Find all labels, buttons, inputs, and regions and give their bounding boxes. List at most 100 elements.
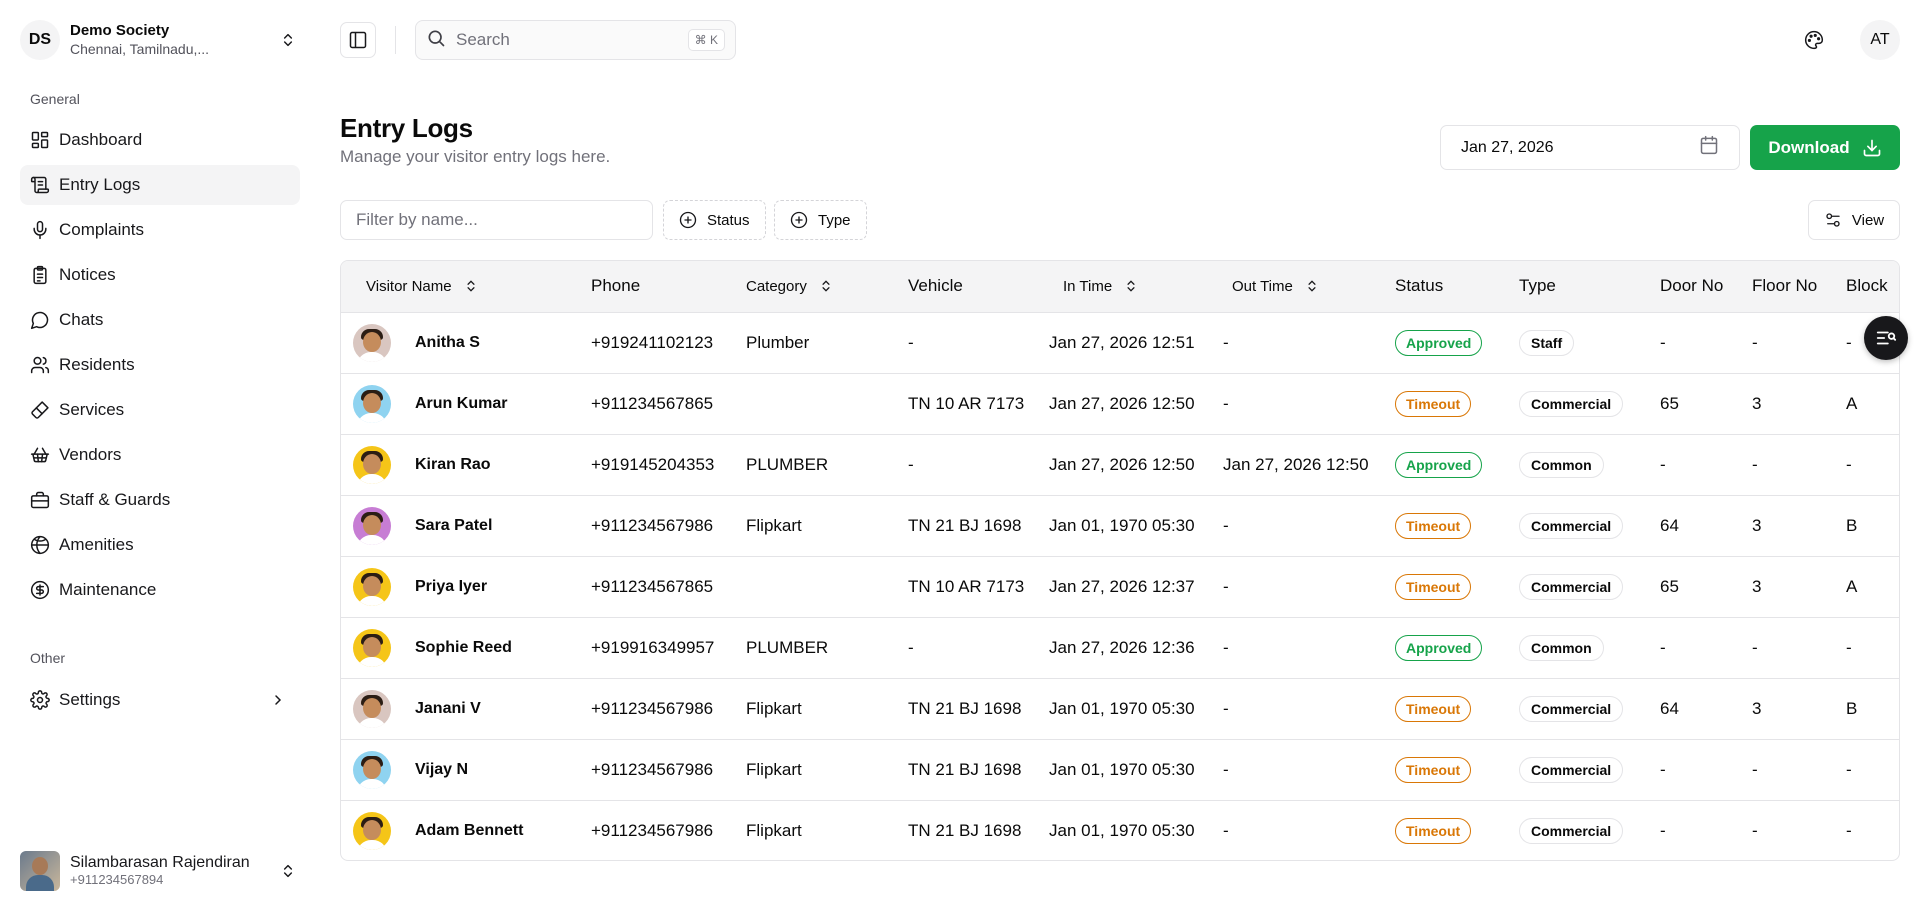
sidebar-item-residents[interactable]: Residents xyxy=(20,345,300,385)
microphone-icon xyxy=(30,220,50,240)
cell-status: Approved xyxy=(1382,312,1506,374)
column-header-out-time[interactable]: Out Time xyxy=(1210,261,1382,313)
table-row[interactable]: Sara Patel +911234567986 Flipkart TN 21 BJ … xyxy=(341,495,1899,557)
cell-in-time: Jan 27, 2026 12:37 xyxy=(1037,556,1210,618)
cell-in-time: Jan 01, 1970 05:30 xyxy=(1037,678,1210,740)
visitor-name: Janani V xyxy=(415,699,481,717)
status-badge: Timeout xyxy=(1395,817,1472,844)
cell-category xyxy=(732,373,898,435)
column-header-visitor-name[interactable]: Visitor Name xyxy=(341,261,581,313)
list-filter-icon xyxy=(1876,331,1897,345)
column-header-category[interactable]: Category xyxy=(732,261,898,313)
chevrons-up-down-icon[interactable] xyxy=(276,859,300,883)
cell-door-no: 64 xyxy=(1646,495,1738,557)
column-header-vehicle: Vehicle xyxy=(898,261,1037,313)
cell-category: Flipkart xyxy=(732,678,898,740)
cell-door-no: - xyxy=(1660,820,1666,840)
visitor-name: Sophie Reed xyxy=(415,638,512,656)
cell-door-no: 65 xyxy=(1646,556,1738,618)
cell-door-no: - xyxy=(1646,434,1738,496)
cell-type: Commercial xyxy=(1506,495,1646,557)
top-bar: Search ⌘ K AT xyxy=(340,20,1900,60)
cell-status: Timeout xyxy=(1382,739,1506,801)
org-switcher[interactable]: DS Demo Society Chennai, Tamilnadu,... xyxy=(20,20,300,60)
sidebar-item-label: Notices xyxy=(59,265,116,284)
page-title: Entry Logs xyxy=(340,113,473,143)
cell-in-time: Jan 27, 2026 12:50 xyxy=(1037,434,1210,496)
sidebar-item-dashboard[interactable]: Dashboard xyxy=(20,120,300,160)
cell-out-time: - xyxy=(1210,312,1382,374)
cell-in-time: Jan 27, 2026 12:51 xyxy=(1037,312,1210,374)
dashboard-icon xyxy=(30,130,50,150)
cell-vehicle: TN 21 BJ 1698 xyxy=(898,739,1037,801)
status-filter-button[interactable]: Status xyxy=(663,200,766,240)
entry-logs-icon xyxy=(30,175,50,195)
sidebar-item-label: Services xyxy=(59,400,125,419)
sidebar-item-complaints[interactable]: Complaints xyxy=(20,210,300,250)
sidebar-item-label: Complaints xyxy=(59,220,145,239)
floating-action-button[interactable] xyxy=(1864,316,1908,360)
cell-status: Timeout xyxy=(1382,678,1506,740)
user-name: Silambarasan Rajendiran xyxy=(70,854,250,871)
cell-block: - xyxy=(1846,820,1852,840)
sidebar-item-entry-logs[interactable]: Entry Logs xyxy=(20,165,300,205)
type-filter-label: Type xyxy=(818,211,851,229)
date-picker[interactable]: Jan 27, 2026 xyxy=(1440,125,1740,170)
dollar-icon xyxy=(30,580,50,600)
type-badge: Commercial xyxy=(1519,573,1624,600)
cell-out-time: Jan 27, 2026 12:50 xyxy=(1210,434,1382,496)
cell-visitor: Vijay N xyxy=(341,739,581,801)
chevron-right-icon xyxy=(270,692,290,708)
sidebar-item-settings[interactable]: Settings xyxy=(20,680,300,720)
cell-floor-no: 3 xyxy=(1738,373,1832,435)
cell-in-time: Jan 01, 1970 05:30 xyxy=(1049,820,1195,840)
cell-type: Common xyxy=(1506,434,1646,496)
cell-category xyxy=(732,556,898,618)
cell-floor-no: - xyxy=(1738,434,1832,496)
sidebar-item-amenities[interactable]: Amenities xyxy=(20,525,300,565)
type-filter-button[interactable]: Type xyxy=(774,200,867,240)
visitor-avatar xyxy=(353,445,391,484)
type-badge: Commercial xyxy=(1519,817,1624,844)
sidebar-item-vendors[interactable]: Vendors xyxy=(20,435,300,475)
filter-by-name-input[interactable]: Filter by name... xyxy=(340,200,653,240)
cell-type: Commercial xyxy=(1506,556,1646,618)
table-row[interactable]: Kiran Rao +919145204353 PLUMBER - Jan 27, 20… xyxy=(341,434,1899,496)
table-row[interactable]: Sophie Reed +919916349957 PLUMBER - Jan 27, … xyxy=(341,617,1899,679)
cell-status: Approved xyxy=(1382,617,1506,679)
search-input[interactable]: Search ⌘ K xyxy=(415,20,736,60)
type-badge: Common xyxy=(1519,634,1604,661)
sidebar-item-staff-guards[interactable]: Staff & Guards xyxy=(20,480,300,520)
download-button[interactable]: Download xyxy=(1750,125,1900,170)
sidebar-item-label: Chats xyxy=(59,310,104,329)
cell-block: B xyxy=(1832,495,1899,557)
account-avatar[interactable]: AT xyxy=(1860,20,1900,60)
cell-phone: +911234567986 xyxy=(581,495,732,557)
cell-block: B xyxy=(1832,678,1899,740)
sidebar-item-maintenance[interactable]: Maintenance xyxy=(20,570,300,610)
column-header-in-time[interactable]: In Time xyxy=(1037,261,1210,313)
table-row[interactable]: Anitha S +919241102123 Plumber - Jan 27, 202… xyxy=(341,312,1899,374)
palette-icon[interactable] xyxy=(1798,24,1830,56)
amenities-icon xyxy=(30,535,50,555)
view-options-button[interactable]: View xyxy=(1808,200,1900,240)
sidebar-item-chats[interactable]: Chats xyxy=(20,300,300,340)
cell-floor-no: - xyxy=(1738,739,1832,801)
sidebar-item-label: Amenities xyxy=(59,535,134,554)
chevrons-up-down-icon[interactable] xyxy=(276,28,300,52)
table-row[interactable]: Janani V +911234567986 Flipkart TN 21 BJ 16… xyxy=(341,678,1899,740)
table-row[interactable]: Vijay N +911234567986 Flipkart TN 21 BJ 169… xyxy=(341,739,1899,801)
cell-phone: +911234567986 xyxy=(591,820,714,840)
type-badge: Commercial xyxy=(1519,390,1624,417)
cell-vehicle: TN 21 BJ 1698 xyxy=(898,678,1037,740)
table-row[interactable]: Arun Kumar +911234567865 TN 10 AR 7173 Jan … xyxy=(341,373,1899,435)
sidebar-item-services[interactable]: Services xyxy=(20,390,300,430)
table-row[interactable]: Adam Bennett +911234567986 Flipkart TN 21 B… xyxy=(341,800,1899,860)
cell-door-no: 64 xyxy=(1646,678,1738,740)
table-row[interactable]: Priya Iyer +911234567865 TN 10 AR 7173 Jan … xyxy=(341,556,1899,618)
sidebar-item-notices[interactable]: Notices xyxy=(20,255,300,295)
user-menu[interactable]: Silambarasan Rajendiran +911234567894 xyxy=(20,850,300,892)
sidebar-toggle-button[interactable] xyxy=(340,22,376,58)
status-badge: Timeout xyxy=(1395,756,1472,783)
user-avatar xyxy=(20,851,60,891)
